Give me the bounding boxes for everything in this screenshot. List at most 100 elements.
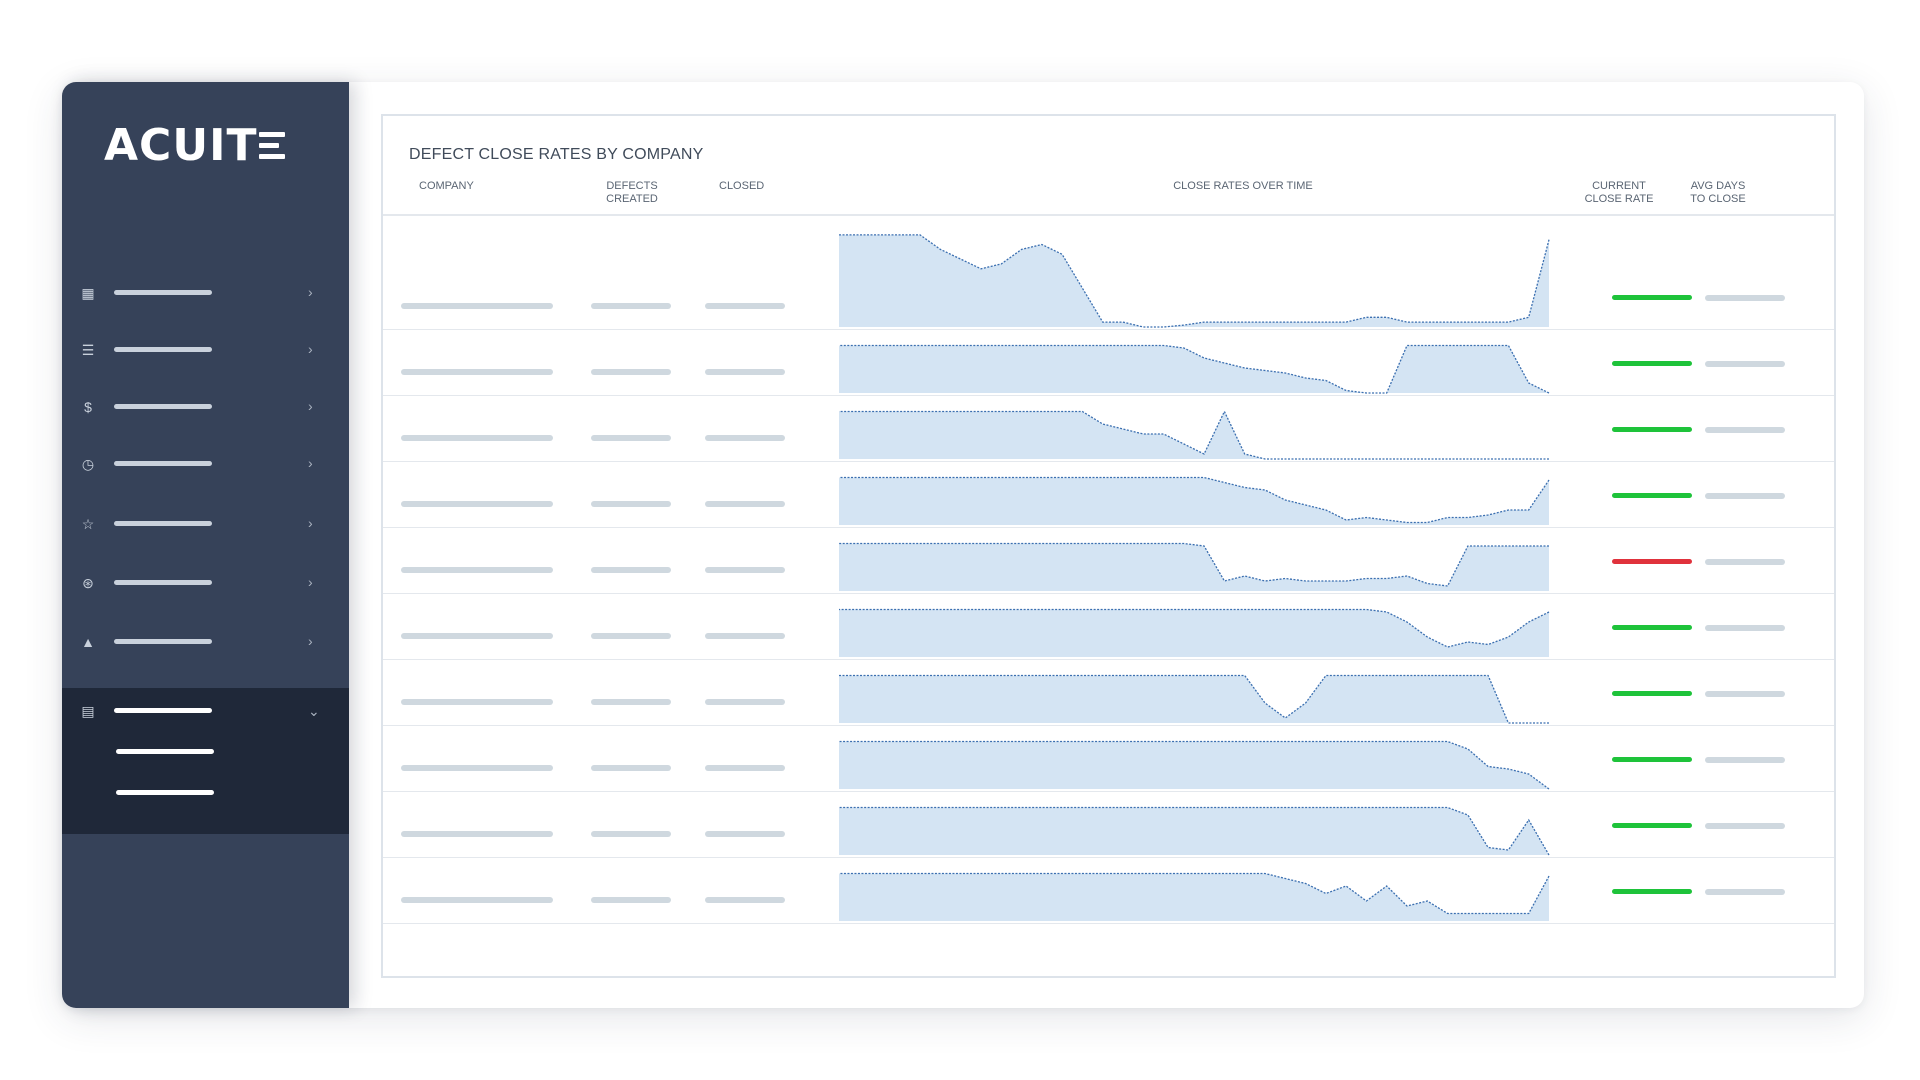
defects-created-value <box>591 435 671 441</box>
chevron-right-icon: › <box>308 341 313 357</box>
logo-bars <box>259 131 286 159</box>
closed-value <box>705 633 785 639</box>
sidebar-item-label <box>114 461 212 466</box>
col-close-rates-over-time[interactable]: CLOSE RATES OVER TIME <box>1143 180 1343 193</box>
defects-created-value <box>591 303 671 309</box>
defects-created-value <box>591 831 671 837</box>
close-rate-sparkline <box>839 409 1549 460</box>
defect-close-rates-panel: DEFECT CLOSE RATES BY COMPANY COMPANY DE… <box>381 114 1836 978</box>
submenu-item-1[interactable] <box>116 749 214 754</box>
avg-days-value <box>1705 691 1785 697</box>
col-defects-created[interactable]: DEFECTS CREATED <box>597 180 667 206</box>
closed-value <box>705 435 785 441</box>
closed-value <box>705 897 785 903</box>
sidebar-item-1[interactable]: ▦ › <box>62 264 349 322</box>
sidebar-item-3[interactable]: $ › <box>62 378 349 436</box>
avg-days-value <box>1705 493 1785 499</box>
closed-value <box>705 831 785 837</box>
company-name <box>401 633 553 639</box>
dollar-icon: $ <box>84 399 92 415</box>
sparkline-area <box>839 477 1549 525</box>
chevron-right-icon: › <box>308 633 313 649</box>
defects-created-value <box>591 897 671 903</box>
closed-value <box>705 369 785 375</box>
table-row[interactable] <box>383 791 1834 858</box>
submenu-item-2[interactable] <box>116 790 214 795</box>
close-rate-sparkline <box>839 740 1550 790</box>
closed-value <box>705 699 785 705</box>
company-name <box>401 303 553 309</box>
acuite-logo[interactable]: ACUIT <box>104 119 286 171</box>
defects-created-value <box>591 501 671 507</box>
current-close-rate-bar <box>1612 757 1692 762</box>
defects-created-value <box>591 765 671 771</box>
sparkline-area <box>839 807 1549 855</box>
sidebar-item-4[interactable]: ◷ › <box>62 435 349 493</box>
sparkline-area <box>839 675 1549 723</box>
list-icon: ☰ <box>81 342 95 358</box>
logo-text: ACUIT <box>104 119 258 171</box>
table-row[interactable] <box>383 725 1834 792</box>
closed-value <box>705 501 785 507</box>
sidebar: ACUIT ▦›☰›$›◷›☆›⊛›▲›▮› ▤ ⌄ <box>62 82 349 1008</box>
defects-created-value <box>591 369 671 375</box>
chevron-right-icon: › <box>308 398 313 414</box>
sidebar-item-7[interactable]: ▲ › <box>62 613 349 671</box>
close-rate-sparkline <box>839 344 1550 394</box>
avg-days-value <box>1705 427 1785 433</box>
sparkline-area <box>839 543 1549 591</box>
close-rate-sparkline <box>839 234 1550 328</box>
sparkline-area <box>839 741 1549 789</box>
sparkline-area <box>839 609 1549 657</box>
globe-icon: ⊛ <box>82 575 94 591</box>
sidebar-item-label <box>114 521 212 526</box>
company-name <box>401 897 553 903</box>
chevron-right-icon: › <box>308 515 313 531</box>
col-current-close-rate[interactable]: CURRENT CLOSE RATE <box>1579 180 1659 206</box>
table-row[interactable] <box>383 593 1834 660</box>
table-row[interactable] <box>383 461 1834 528</box>
chevron-right-icon: › <box>308 574 313 590</box>
current-close-rate-bar <box>1612 493 1692 498</box>
sidebar-item-label <box>114 708 212 713</box>
table-row[interactable] <box>383 329 1834 396</box>
table-row[interactable] <box>383 216 1834 330</box>
avg-days-value <box>1705 625 1785 631</box>
company-name <box>401 765 553 771</box>
col-company[interactable]: COMPANY <box>419 180 474 193</box>
table-row[interactable] <box>383 527 1834 594</box>
chevron-right-icon: › <box>308 284 313 300</box>
col-avg-days-to-close[interactable]: AVG DAYS TO CLOSE <box>1683 180 1753 206</box>
sidebar-item-5[interactable]: ☆ › <box>62 495 349 553</box>
col-closed[interactable]: CLOSED <box>719 180 764 193</box>
current-close-rate-bar <box>1612 427 1692 432</box>
company-name <box>401 831 553 837</box>
company-name <box>401 369 553 375</box>
close-rate-sparkline <box>839 608 1550 657</box>
avg-days-value <box>1705 559 1785 565</box>
sidebar-item-2[interactable]: ☰ › <box>62 321 349 379</box>
sparkline-area <box>839 411 1549 459</box>
company-name <box>401 567 553 573</box>
sidebar-item-label <box>114 347 212 352</box>
close-rate-sparkline <box>839 806 1550 856</box>
current-close-rate-bar <box>1612 625 1692 630</box>
sidebar-item-active[interactable]: ▤ ⌄ <box>62 688 349 834</box>
defects-created-value <box>591 699 671 705</box>
table-row[interactable] <box>383 659 1834 726</box>
sidebar-item-6[interactable]: ⊛ › <box>62 554 349 612</box>
current-close-rate-bar <box>1612 361 1692 366</box>
closed-value <box>705 567 785 573</box>
company-name <box>401 435 553 441</box>
avg-days-value <box>1705 823 1785 829</box>
company-name <box>401 699 553 705</box>
sparkline-area <box>839 873 1549 921</box>
current-close-rate-bar <box>1612 691 1692 696</box>
chevron-down-icon[interactable]: ⌄ <box>308 704 320 718</box>
table-row[interactable] <box>383 395 1834 462</box>
avg-days-value <box>1705 757 1785 763</box>
avg-days-value <box>1705 361 1785 367</box>
sidebar-item-label <box>114 639 212 644</box>
table-row[interactable] <box>383 857 1834 924</box>
current-close-rate-bar <box>1612 889 1692 894</box>
